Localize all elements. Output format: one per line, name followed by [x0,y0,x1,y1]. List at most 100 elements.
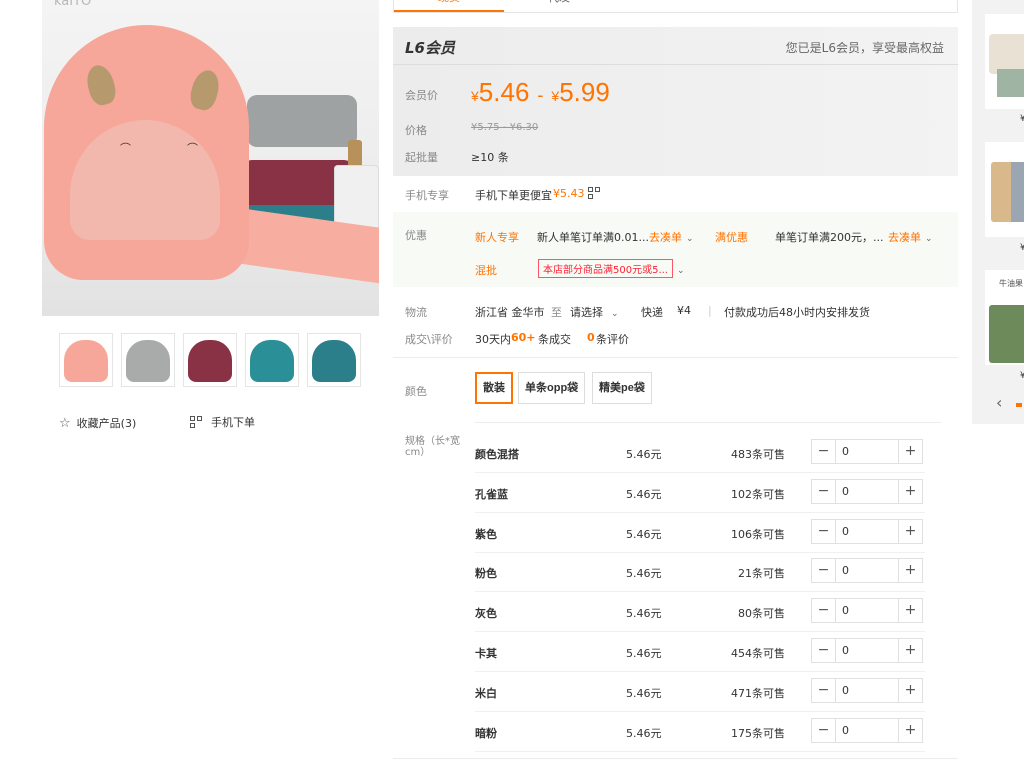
increase-quantity-button[interactable]: + [898,599,922,623]
sku-price: 5.46元 [626,527,662,541]
quantity-input[interactable]: 0 [836,639,898,662]
increase-quantity-button[interactable]: + [898,639,922,662]
list-price-label: 价格 [405,124,427,137]
quantity-input[interactable]: 0 [836,480,898,503]
tab-bar: 现货 代发 [393,0,958,13]
mobile-order-button[interactable]: 手机下单 [190,414,255,430]
sku-stock: 21条可售 [738,567,785,581]
color-option-opp-bag[interactable]: 单条opp袋 [518,372,586,404]
mobile-order-label: 手机下单 [211,416,255,429]
increase-quantity-button[interactable]: + [898,440,922,463]
tab-dropship[interactable]: 代发 [504,0,614,12]
color-label: 颜色 [405,385,427,398]
reviews-suffix: 条评价 [596,333,629,346]
tab-in-stock[interactable]: 现货 [394,0,504,12]
qr-code-icon[interactable] [588,187,601,200]
decrease-quantity-button[interactable]: − [812,718,836,742]
vip-level-title: L6会员 [405,39,455,57]
recommended-price-1: ¥ [1020,114,1024,124]
deals-prefix: 30天内 [475,333,511,346]
new-user-tag: 新人专享 [475,231,519,244]
quantity-stepper: −0 + [811,677,923,703]
decrease-quantity-button[interactable]: − [812,559,836,583]
sku-name: 孔雀蓝 [475,487,508,501]
quantity-input[interactable]: 0 [836,599,898,622]
quantity-input[interactable]: 0 [836,559,898,582]
sku-name: 颜色混搭 [475,448,519,461]
increase-quantity-button[interactable]: + [898,519,922,543]
sku-name: 暗粉 [475,726,497,740]
recommended-item-3[interactable]: 牛油果 [985,270,1024,365]
decrease-quantity-button[interactable]: − [812,479,836,503]
main-product-image[interactable]: kaITO ⌒ ⌒ [42,0,379,316]
increase-quantity-button[interactable]: + [898,479,922,503]
reviews-link[interactable]: 0 [587,331,595,344]
decrease-quantity-button[interactable]: − [812,440,836,463]
sku-name: 卡其 [475,647,497,660]
go-collect-button-2[interactable]: 去凑单 ⌄ [888,229,933,245]
sku-row: 粉色 5.46元 21条可售 −0 + [475,552,925,593]
thumbnail[interactable] [183,333,237,387]
destination-select[interactable]: 请选择 ⌄ [570,304,619,320]
sku-name: 粉色 [475,567,497,581]
sku-stock: 471条可售 [731,686,785,700]
decrease-quantity-button[interactable]: − [812,519,836,543]
new-user-text: 新人单笔订单满0.01... [537,231,649,244]
increase-quantity-button[interactable]: + [898,678,922,702]
sku-row: 卡其 5.46元 454条可售 −0 + [475,632,925,672]
chevron-down-icon: ⌄ [611,309,619,319]
list-price: ¥5.75 - ¥6.30 [471,122,539,133]
min-buy-quantity: ≥10 条 [471,151,509,164]
mobile-exclusive-text: 手机下单更便宜 [475,189,552,202]
sku-row: 暗粉 5.46元 175条可售 −0 + [475,712,925,752]
recommended-item-2[interactable] [985,142,1024,237]
sku-price: 5.46元 [626,607,662,621]
chevron-left-icon[interactable]: ‹ [996,393,1002,412]
sku-stock: 175条可售 [731,726,785,740]
thumbnail[interactable] [121,333,175,387]
sku-stock: 102条可售 [731,487,785,501]
color-option-pe-bag[interactable]: 精美pe袋 [592,372,652,404]
decrease-quantity-button[interactable]: − [812,599,836,623]
quantity-input[interactable]: 0 [836,679,898,702]
quantity-input[interactable]: 0 [836,719,898,742]
deals-suffix: 条成交 [538,333,571,346]
sku-stock: 106条可售 [731,527,785,541]
sku-price: 5.46元 [626,567,662,581]
promotions-panel: 优惠 新人专享 新人单笔订单满0.01... 去凑单 ⌄ 满优惠 单笔订单满200… [393,212,958,287]
favorite-product-button[interactable]: ☆ 收藏产品(3) [59,415,136,431]
quantity-stepper: −0 + [811,518,923,544]
sku-row: 紫色 5.46元 106条可售 −0 + [475,513,925,553]
vip-note: 您已是L6会员，享受最高权益 [785,41,944,55]
ship-origin: 浙江省 金华市 [475,306,545,319]
quantity-input[interactable]: 0 [836,520,898,543]
carousel-indicator [1016,403,1022,407]
logistics-label: 物流 [405,306,427,319]
chevron-down-icon: ⌄ [677,266,685,276]
color-option-bulk[interactable]: 散装 [475,372,513,404]
sku-price: 5.46元 [626,647,662,660]
thumbnail[interactable] [59,333,113,387]
sku-row: 灰色 5.46元 80条可售 −0 + [475,592,925,633]
sku-stock: 483条可售 [731,448,785,461]
quantity-stepper: −0 + [811,439,923,464]
mixed-batch-offer[interactable]: 本店部分商品满500元或5... ⌄ [538,259,685,278]
favorite-label: 收藏产品(3) [76,417,137,430]
decrease-quantity-button[interactable]: − [812,678,836,702]
chevron-down-icon: ⌄ [686,234,694,244]
increase-quantity-button[interactable]: + [898,559,922,583]
mobile-exclusive-price: ¥5.43 [553,187,585,200]
recommended-item-1[interactable] [985,14,1024,109]
thumbnail[interactable] [245,333,299,387]
full-discount-tag: 满优惠 [715,231,748,244]
increase-quantity-button[interactable]: + [898,718,922,742]
go-collect-button-1[interactable]: 去凑单 ⌄ [649,229,694,245]
thumbnail[interactable] [307,333,361,387]
sku-row: 米白 5.46元 471条可售 −0 + [475,672,925,712]
sku-stock: 454条可售 [731,647,785,660]
quantity-input[interactable]: 0 [836,440,898,463]
member-price-label: 会员价 [405,89,438,102]
decrease-quantity-button[interactable]: − [812,639,836,662]
quantity-stepper: −0 + [811,478,923,504]
sku-row: 颜色混搭 5.46元 483条可售 −0 + [475,433,925,473]
